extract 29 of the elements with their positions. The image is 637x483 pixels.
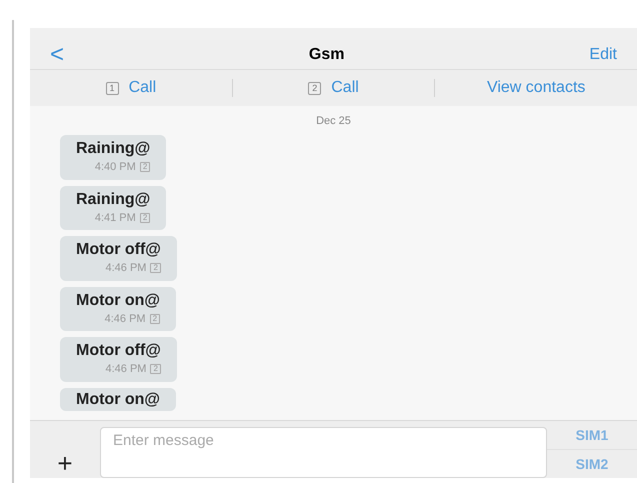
message-time: 4:41 PM (94, 210, 136, 226)
message-text: Raining@ (76, 190, 150, 210)
message-time: 4:46 PM (105, 261, 146, 276)
sim-icon: 2 (140, 162, 150, 172)
message-time: 4:40 PM (94, 160, 136, 175)
sim-icon: 2 (308, 82, 322, 94)
sim-icon: 2 (150, 263, 161, 274)
send-sim-button[interactable]: SIM2 (547, 449, 637, 478)
message-text: Motor on@ (76, 390, 160, 410)
message-time: 4:46 PM (104, 312, 146, 326)
date-label: Dec 25 (316, 115, 351, 127)
message-input-field[interactable]: Enter message (100, 427, 547, 478)
message-text: Motor on@ (76, 290, 160, 310)
send-sim-button[interactable]: SIM1 (547, 421, 637, 449)
call-button[interactable]: 2 Call (232, 76, 434, 100)
edit-button[interactable]: Edit (589, 42, 617, 66)
call-button[interactable]: 1 Call (30, 76, 232, 100)
sim-icon: 2 (140, 212, 150, 223)
message-text: Motor off@ (76, 240, 161, 260)
add-button[interactable]: + (57, 450, 73, 476)
message-text: Raining@ (76, 139, 150, 159)
conversation-title: Gsm (308, 44, 344, 64)
back-button[interactable]: < (50, 42, 64, 66)
sim-icon: 2 (150, 364, 161, 374)
view-contacts-link[interactable]: View contacts (435, 76, 637, 100)
sim-icon: 1 (106, 82, 119, 94)
message-time: 4:46 PM (105, 362, 146, 377)
sim-icon: 2 (150, 314, 160, 324)
message-text: Motor off@ (76, 341, 161, 361)
